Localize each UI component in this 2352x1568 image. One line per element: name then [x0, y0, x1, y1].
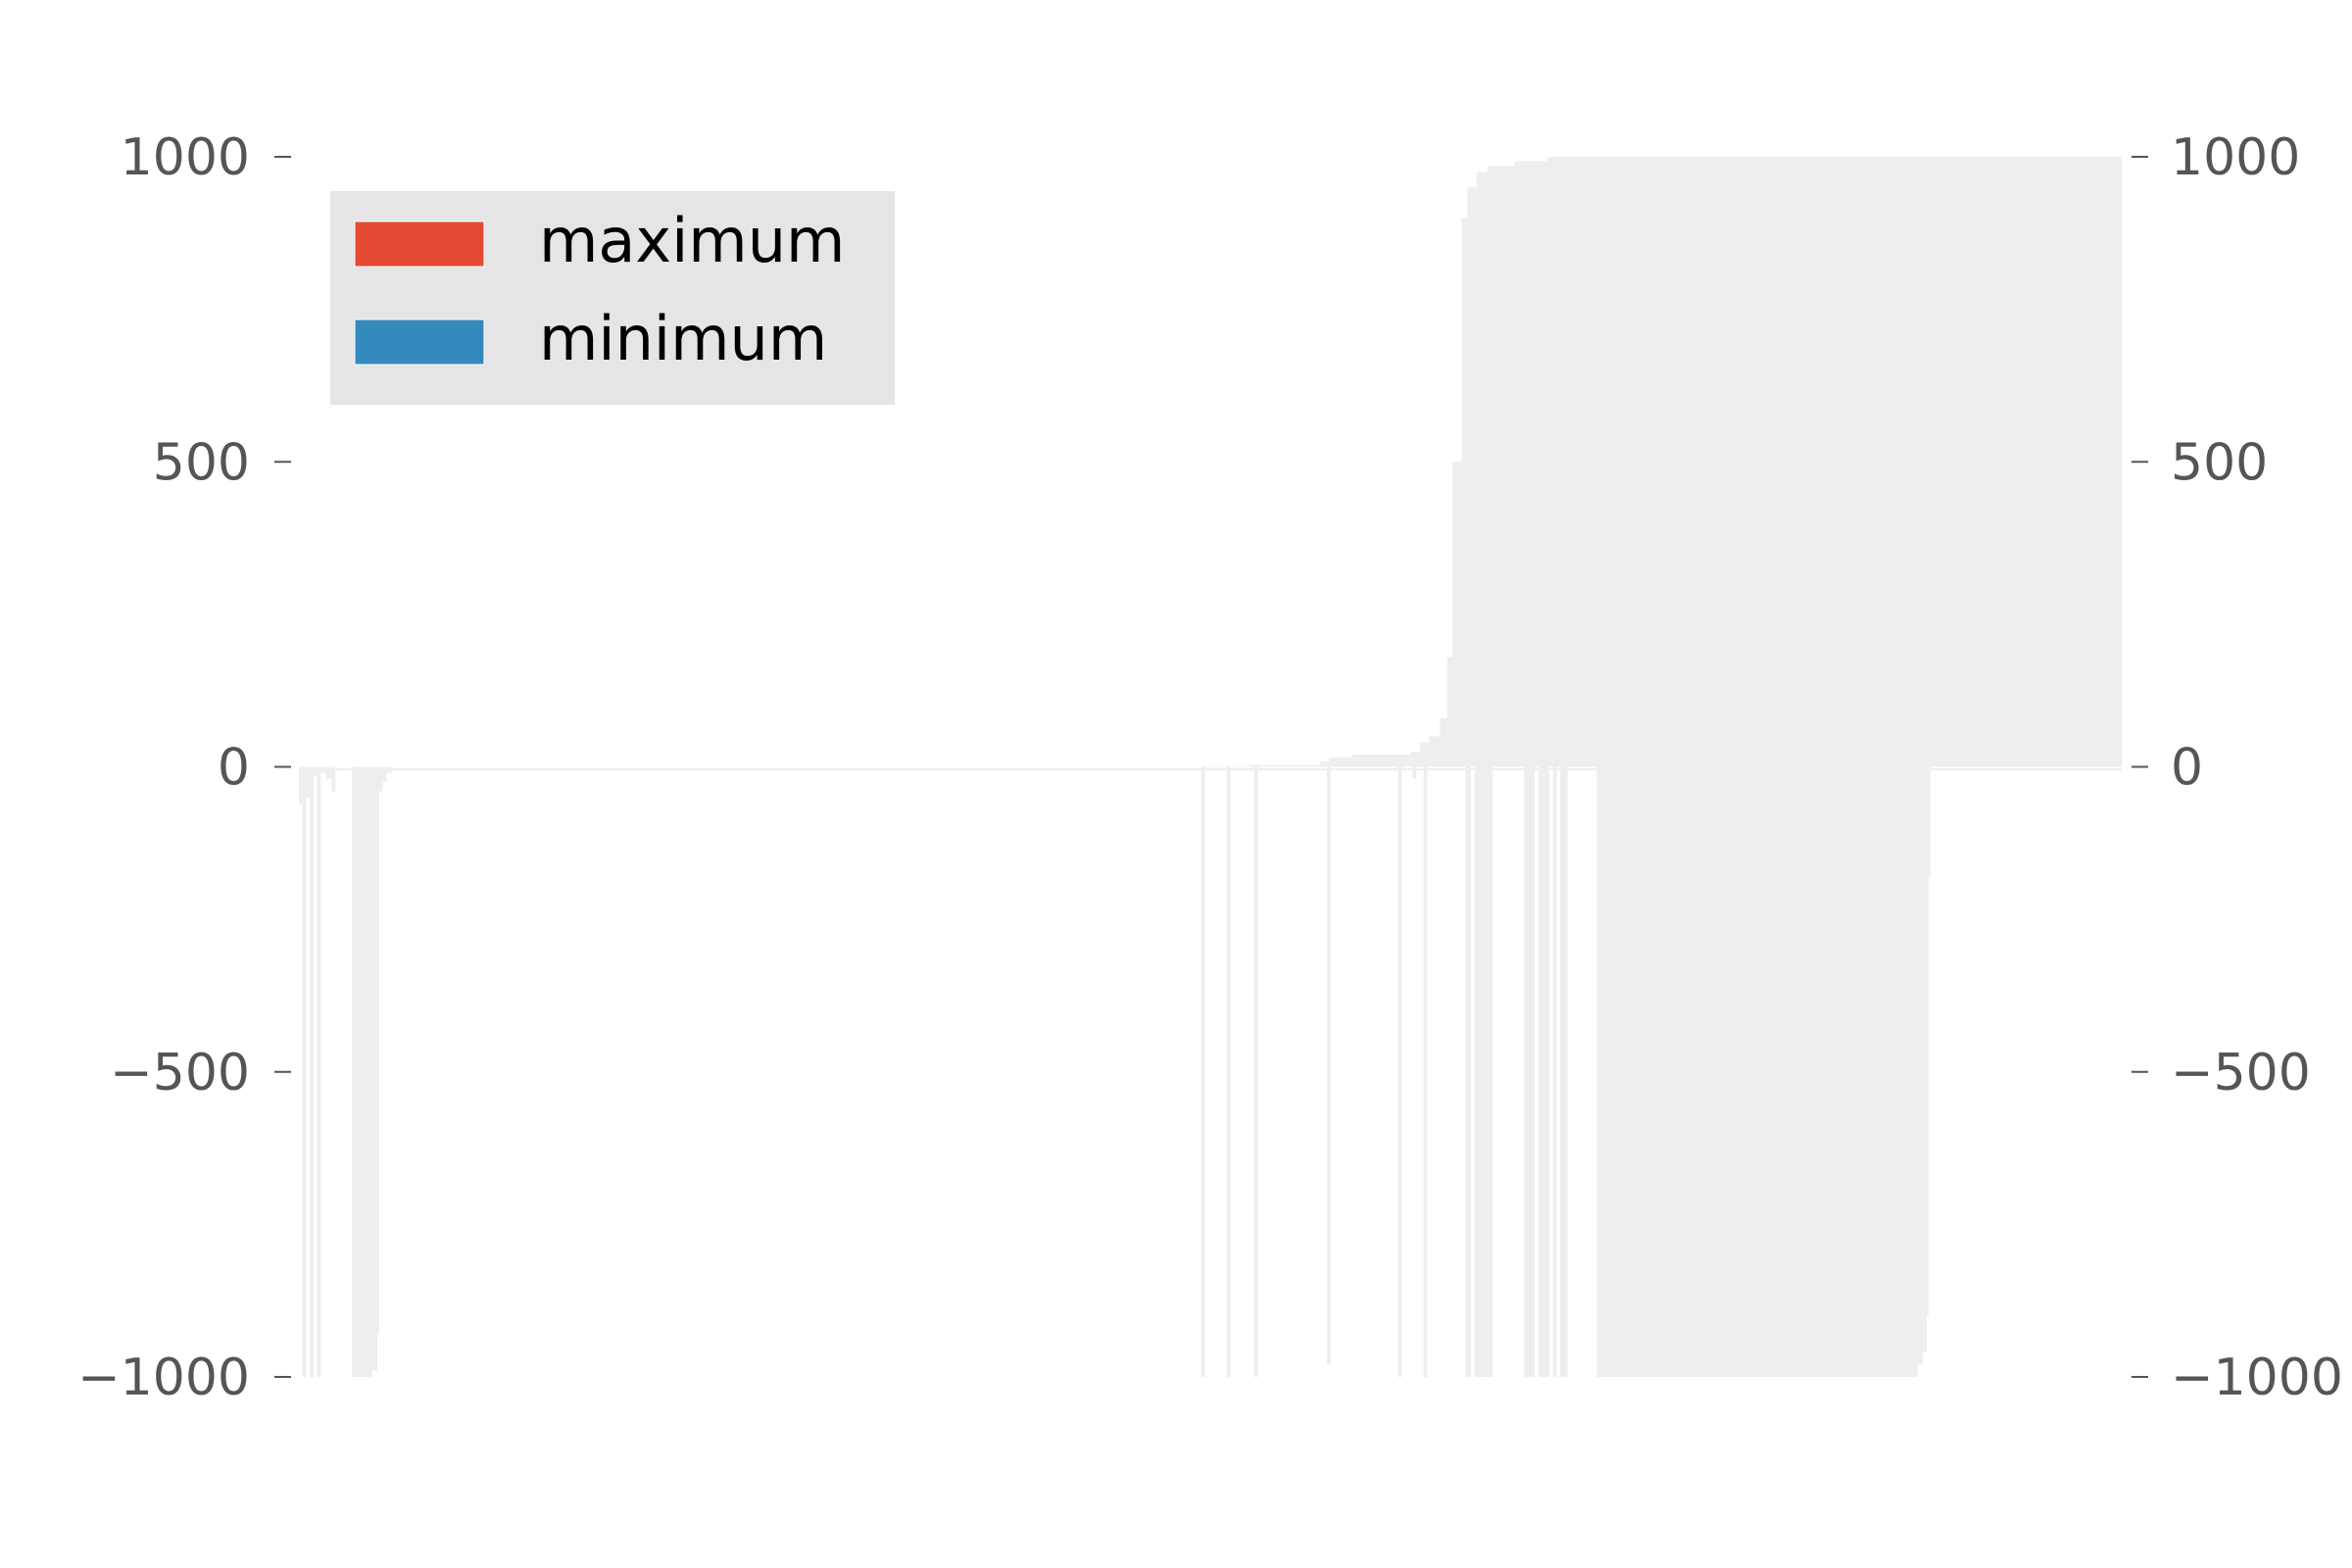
maximum-bar-3: [1319, 761, 1329, 767]
bar-chart: 1000 500 0 −500 −1000 1000 500 0 −500 −1000 maxi…: [77, 128, 2343, 1407]
minimum-bar-47: [1928, 766, 1931, 877]
minimum-bar-11: [371, 766, 377, 1371]
maximum-bar-15: [1487, 166, 1515, 767]
minimum-bar-39: [1552, 766, 1557, 1377]
minimum-bar-37: [1538, 766, 1549, 1377]
maximum-bar-5: [1352, 755, 1411, 767]
minimum-bar-45: [1923, 766, 1927, 1353]
minimum-bar-33: [1474, 766, 1494, 1377]
legend-swatch-minimum: [354, 318, 485, 366]
left-y-tick-label: 500: [153, 433, 250, 492]
maximum-bar-4: [1328, 758, 1353, 767]
minimum-bar-25: [1397, 766, 1402, 1377]
maximum-bar-8: [1429, 736, 1441, 767]
minimum-bar-29: [1423, 766, 1428, 1377]
maximum-bar-1: [1200, 765, 1248, 767]
minimum-bar-1: [302, 766, 307, 1377]
minimum-bar-4: [313, 766, 318, 776]
right-y-tick-label: −1000: [2171, 1348, 2343, 1407]
left-y-axis: 1000 500 0 −500 −1000: [77, 128, 291, 1407]
minimum-bar-17: [1200, 766, 1205, 1377]
maximum-bar-11: [1452, 462, 1462, 767]
minimum-bar-0: [299, 766, 303, 804]
right-y-tick-label: 1000: [2171, 128, 2300, 187]
right-y-tick-label: −500: [2171, 1044, 2311, 1102]
minimum-bars: [299, 766, 1931, 1377]
right-y-axis: 1000 500 0 −500 −1000: [2132, 128, 2343, 1407]
minimum-bar-43: [1596, 766, 1918, 1377]
minimum-bar-2: [306, 766, 311, 798]
legend: maximum minimum: [330, 191, 895, 405]
legend-swatch-maximum: [354, 220, 485, 268]
right-y-tick-label: 0: [2171, 739, 2203, 798]
minimum-bar-19: [1226, 766, 1231, 1377]
maximum-bar-16: [1514, 161, 1548, 767]
maximum-bar-13: [1467, 187, 1477, 767]
maximum-bars: [1200, 157, 2122, 767]
minimum-bar-5: [317, 766, 321, 1377]
left-y-tick-label: −1000: [77, 1348, 250, 1407]
maximum-bar-12: [1461, 218, 1468, 767]
maximum-bar-7: [1419, 742, 1430, 767]
maximum-bar-17: [1547, 157, 2122, 767]
right-y-tick-label: 500: [2171, 433, 2268, 492]
minimum-bar-46: [1926, 766, 1929, 1316]
minimum-bar-12: [376, 766, 379, 1335]
minimum-bar-21: [1253, 766, 1258, 1377]
minimum-bar-44: [1917, 766, 1924, 1365]
minimum-bar-23: [1327, 766, 1331, 1365]
maximum-bar-10: [1446, 657, 1453, 767]
left-y-tick-label: −500: [110, 1044, 250, 1102]
minimum-bar-31: [1465, 766, 1471, 1377]
left-y-tick-label: 1000: [121, 128, 250, 187]
left-y-tick-label: 0: [218, 739, 250, 798]
maximum-bar-6: [1410, 751, 1420, 767]
minimum-bar-10: [351, 766, 372, 1377]
maximum-bar-2: [1247, 764, 1320, 767]
maximum-bar-14: [1476, 172, 1488, 767]
minimum-bar-8: [331, 766, 336, 792]
maximum-bar-9: [1440, 717, 1447, 767]
legend-label-maximum: maximum: [539, 205, 845, 276]
minimum-bar-13: [378, 766, 383, 792]
minimum-bar-41: [1560, 766, 1568, 1377]
minimum-bar-35: [1523, 766, 1536, 1377]
legend-label-minimum: minimum: [539, 303, 827, 374]
minimum-bar-3: [310, 766, 314, 1377]
